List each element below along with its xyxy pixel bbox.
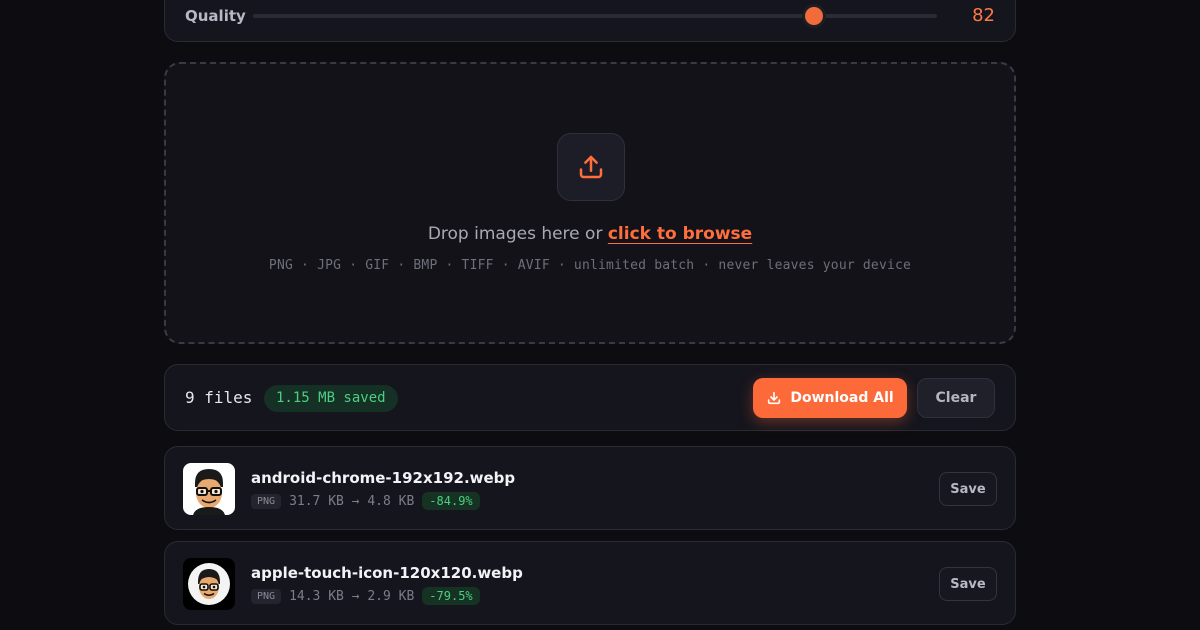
save-button[interactable]: Save (939, 472, 997, 506)
file-row: android-chrome-192x192.webp PNG 31.7 KB … (164, 446, 1016, 530)
file-sizes: 31.7 KB → 4.8 KB (289, 493, 415, 509)
saved-badge: 1.15 MB saved (264, 385, 398, 412)
summary-bar: 9 files 1.15 MB saved Download All Clear (164, 364, 1016, 431)
download-all-label: Download All (790, 390, 894, 406)
format-badge: PNG (251, 493, 282, 509)
quality-slider-thumb[interactable] (804, 7, 823, 25)
quality-label: Quality (185, 7, 246, 25)
upload-icon[interactable] (557, 133, 625, 201)
quality-card: Quality 82 (164, 0, 1016, 42)
file-sizes: 14.3 KB → 2.9 KB (289, 588, 415, 604)
file-thumbnail (183, 558, 235, 610)
drop-prompt-text: Drop images here or (427, 224, 603, 244)
clear-button[interactable]: Clear (917, 378, 995, 418)
format-badge: PNG (251, 588, 282, 604)
dropzone[interactable]: Drop images here or click to browse PNG … (164, 62, 1016, 344)
file-thumbnail (183, 463, 235, 515)
supported-formats: PNG · JPG · GIF · BMP · TIFF · AVIF · un… (268, 258, 912, 273)
file-name: android-chrome-192x192.webp (251, 469, 516, 487)
drop-prompt: Drop images here or click to browse (166, 224, 1014, 244)
quality-slider-fill (253, 14, 814, 18)
quality-slider[interactable] (253, 7, 937, 25)
save-button[interactable]: Save (939, 567, 997, 601)
files-count: 9 files (185, 388, 253, 407)
download-all-button[interactable]: Download All (753, 378, 907, 418)
download-icon (768, 391, 781, 405)
file-row: apple-touch-icon-120x120.webp PNG 14.3 K… (164, 541, 1016, 625)
reduction-badge: -84.9% (422, 492, 480, 510)
file-meta: PNG 31.7 KB → 4.8 KB -84.9% (251, 492, 480, 510)
quality-value: 82 (972, 5, 995, 26)
file-name: apple-touch-icon-120x120.webp (251, 564, 523, 582)
reduction-badge: -79.5% (422, 587, 480, 605)
browse-link[interactable]: click to browse (608, 224, 752, 244)
file-meta: PNG 14.3 KB → 2.9 KB -79.5% (251, 587, 480, 605)
